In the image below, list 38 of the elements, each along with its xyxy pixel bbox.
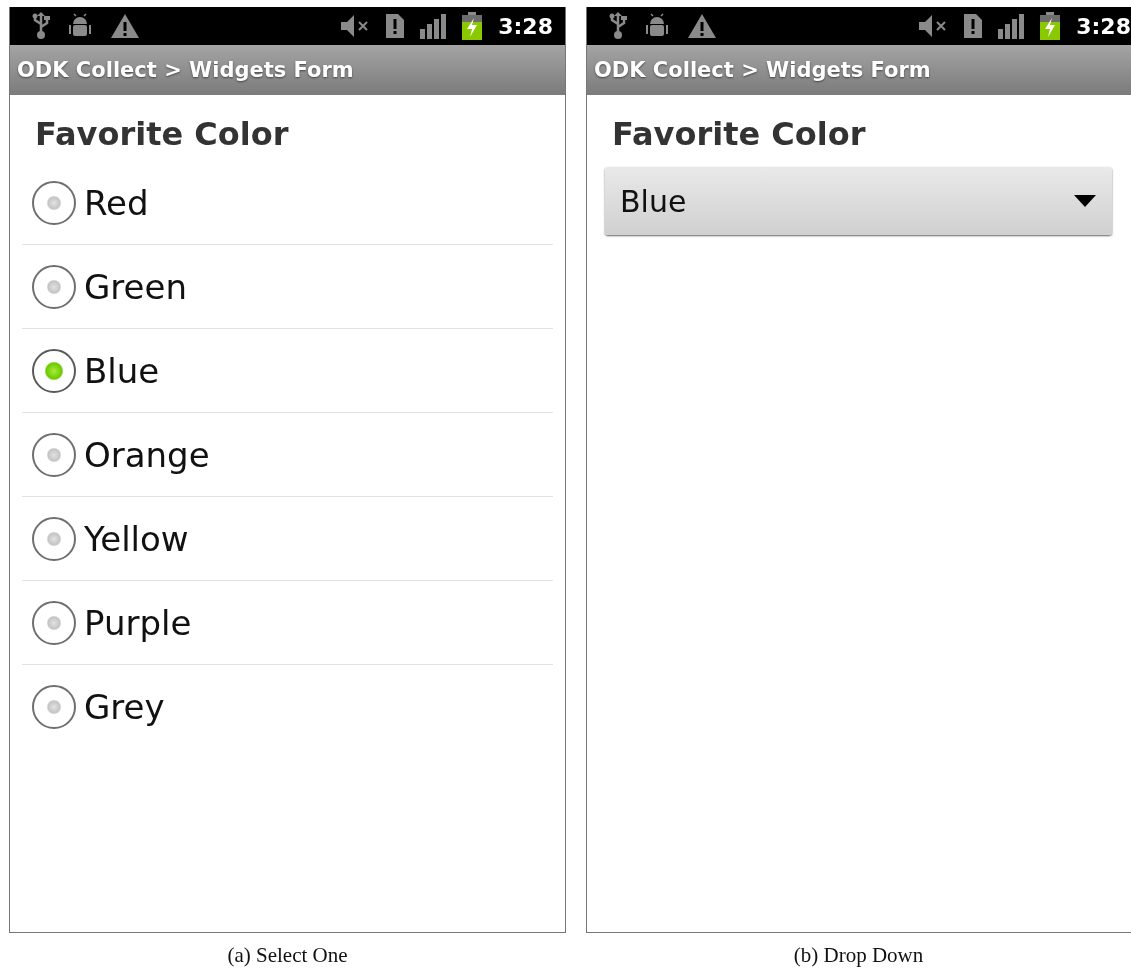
sim-card-icon (964, 14, 983, 38)
radio-button[interactable] (32, 516, 76, 561)
question-label: Favorite Color (35, 115, 290, 153)
android-icon (68, 13, 92, 39)
radio-button[interactable] (32, 432, 76, 477)
question-label: Favorite Color (612, 115, 867, 153)
radio-button[interactable] (32, 348, 76, 393)
app-title: ODK Collect > Widgets Form (17, 58, 354, 82)
warning-icon (110, 13, 140, 39)
app-title: ODK Collect > Widgets Form (594, 58, 931, 82)
radio-option[interactable]: Yellow (22, 497, 553, 581)
mute-icon (340, 13, 371, 39)
mute-icon (918, 13, 949, 39)
radio-button[interactable] (32, 180, 76, 225)
usb-icon (609, 12, 627, 40)
figure-caption: (b) Drop Down (793, 943, 924, 968)
warning-icon (687, 13, 717, 39)
battery-icon (1040, 12, 1061, 40)
radio-option[interactable]: Grey (22, 665, 553, 749)
caret-icon (1074, 195, 1096, 207)
clock-time: 3:28 (498, 13, 553, 39)
dropdown-field[interactable]: Blue (605, 167, 1112, 235)
signal-icon (998, 13, 1025, 39)
sim-card-icon (386, 14, 405, 38)
figure-caption: (a) Select One (227, 943, 348, 968)
radio-option[interactable]: Orange (22, 413, 553, 497)
android-icon (645, 13, 669, 39)
radio-option[interactable]: Blue (22, 329, 553, 413)
radio-option[interactable]: Red (22, 161, 553, 245)
radio-option[interactable]: Green (22, 245, 553, 329)
clock-time: 3:28 (1076, 13, 1131, 39)
radio-button[interactable] (32, 600, 76, 645)
radio-button[interactable] (32, 264, 76, 309)
usb-icon (32, 12, 50, 40)
radio-option[interactable]: Purple (22, 581, 553, 665)
signal-icon (420, 13, 447, 39)
battery-icon (462, 12, 483, 40)
radio-button[interactable] (32, 685, 76, 729)
